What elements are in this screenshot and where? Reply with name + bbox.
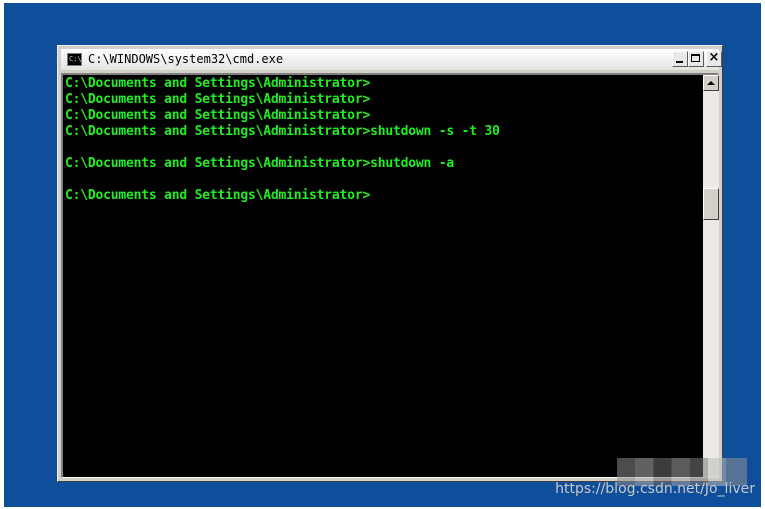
minimize-icon [676, 61, 683, 63]
window-title: C:\WINDOWS\system32\cmd.exe [88, 52, 284, 66]
screenshot-frame: C:\ C:\WINDOWS\system32\cmd.exe × C:\Doc… [0, 0, 765, 509]
console-line: C:\Documents and Settings\Administrator>… [65, 156, 454, 171]
console-prompt-line: C:\Documents and Settings\Administrator> [65, 188, 371, 203]
title-bar[interactable]: C:\ C:\WINDOWS\system32\cmd.exe × [61, 49, 722, 70]
minimize-button[interactable] [672, 51, 688, 67]
console-line: C:\Documents and Settings\Administrator> [65, 76, 371, 91]
console-line: C:\Documents and Settings\Administrator>… [65, 124, 500, 139]
close-button[interactable]: × [706, 51, 722, 67]
cmd-window[interactable]: C:\ C:\WINDOWS\system32\cmd.exe × C:\Doc… [57, 45, 723, 482]
arrow-up-icon [707, 81, 715, 85]
scrollbar-thumb[interactable] [703, 188, 719, 220]
scroll-up-button[interactable] [703, 75, 719, 91]
vertical-scrollbar[interactable] [703, 75, 719, 477]
console-area[interactable]: C:\Documents and Settings\Administrator>… [61, 73, 719, 478]
watermark-text: https://blog.csdn.net/Jo_liver [555, 481, 755, 497]
close-icon: × [708, 50, 720, 65]
console-line: C:\Documents and Settings\Administrator> [65, 92, 371, 107]
maximize-button[interactable] [688, 51, 704, 67]
console-output[interactable]: C:\Documents and Settings\Administrator>… [63, 75, 703, 477]
console-line: C:\Documents and Settings\Administrator> [65, 108, 371, 123]
cmd-app-icon[interactable]: C:\ [67, 53, 82, 66]
maximize-icon [691, 54, 700, 62]
